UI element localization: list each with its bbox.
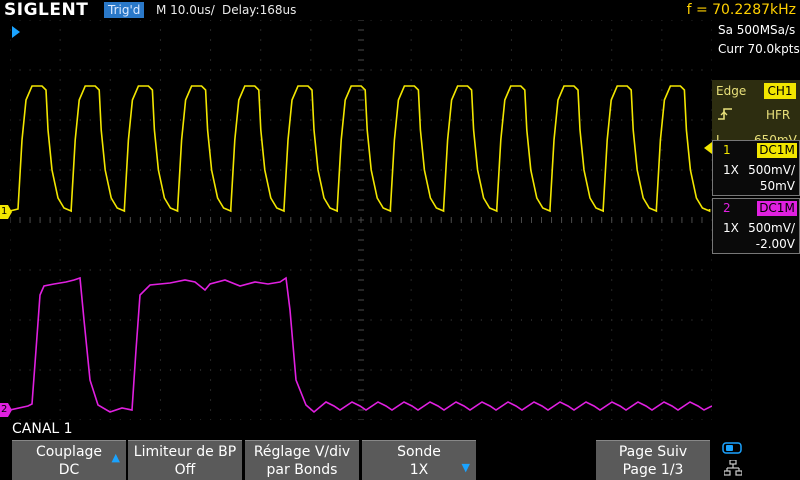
waveform-display[interactable] [10,20,712,420]
network-icon [724,460,742,476]
sample-rate: Sa 500MSa/s [718,23,796,37]
trigger-level-marker[interactable] [704,142,712,154]
softkey-vdiv-adjust[interactable]: Réglage V/div par Bonds [245,440,359,480]
ch1-trace [10,85,711,213]
softkey-value: DC [58,462,80,478]
ch1-coupling: DC1M [757,143,797,158]
softkey-label: Réglage V/div [253,444,351,460]
info-panel: Sa 500MSa/s Curr 70.0kpts Edge CH1 HFR L… [712,20,800,420]
ch1-marker-label: 1 [1,206,8,217]
ch2-probe: 1X [723,221,739,235]
brand-logo: SIGLENT [4,0,89,20]
softkey-value: par Bonds [266,462,338,478]
ch2-vdiv: 500mV/ [748,221,795,235]
softkey-probe[interactable]: Sonde 1X ▼ [362,440,476,480]
softkey-value: Page 1/3 [622,462,684,478]
rising-edge-icon [718,108,732,120]
softkey-label: Couplage [35,444,103,460]
ch2-offset: -2.00V [755,237,795,251]
arrow-down-icon: ▼ [461,461,470,474]
ch1-vdiv: 500mV/ [748,163,795,177]
ch2-number: 2 [723,201,731,215]
trigger-coupling: HFR [766,108,791,122]
softkey-coupling[interactable]: Couplage DC ▲ [12,440,126,480]
ch1-info[interactable]: 1 DC1M 1X 500mV/ 50mV [712,140,800,196]
softkey-label: Page Suiv [618,444,688,460]
trigger-position-icon[interactable] [12,26,20,38]
ch2-marker-label: 2 [1,404,8,415]
ch2-coupling: DC1M [757,201,797,216]
delay-readout: Delay:168us [222,3,297,17]
trigger-source: CH1 [764,83,796,99]
menu-title: CANAL 1 [12,421,73,437]
arrow-up-icon: ▲ [111,451,120,464]
softkey-next-page[interactable]: Page Suiv Page 1/3 [596,440,710,480]
softkey-bandwidth-limit[interactable]: Limiteur de BP Off [128,440,242,480]
softkey-label: Sonde [397,444,441,460]
ch2-info[interactable]: 2 DC1M 1X 500mV/ -2.00V [712,198,800,254]
trigger-type: Edge [716,84,747,98]
ch1-offset: 50mV [759,179,795,193]
ch1-probe: 1X [723,163,739,177]
memory-depth: Curr 70.0kpts [718,42,800,56]
trigger-status-badge: Trig'd [104,2,145,18]
ch2-trace [10,276,712,414]
softkey-value: Off [174,462,196,478]
ch1-number: 1 [723,143,731,157]
softkey-label: Limiteur de BP [133,444,237,460]
frequency-counter: f = 70.2287kHz [686,2,796,18]
usb-icon [722,442,742,454]
softkey-value: 1X [409,462,429,478]
top-status-bar: SIGLENT Trig'd M 10.0us/ Delay:168us f =… [0,0,800,20]
timebase-readout: M 10.0us/ [156,3,215,17]
